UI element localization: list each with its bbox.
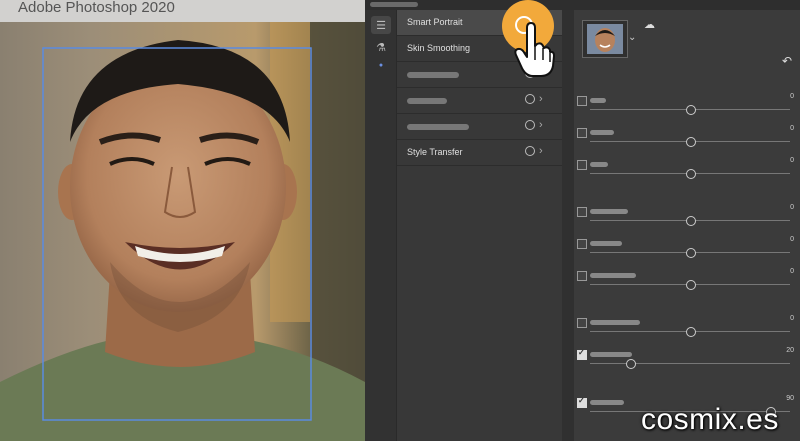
chevron-right-icon[interactable]: › (539, 93, 543, 105)
face-thumbnail (587, 24, 623, 54)
reference-thumbnail[interactable] (582, 20, 628, 58)
slider-value: 90 (786, 395, 794, 402)
slider-handle[interactable] (686, 216, 696, 226)
slider-handle[interactable] (686, 248, 696, 258)
app-title: Adobe Photoshop 2020 (18, 0, 175, 16)
slider-checkbox[interactable] (577, 160, 587, 170)
slider-track[interactable] (590, 363, 790, 364)
dot-icon[interactable]: ● (371, 56, 391, 74)
filter-style-transfer[interactable]: Style Transfer › (397, 140, 562, 166)
adjustment-slider-row: 0 (574, 93, 800, 126)
filter-item[interactable]: › (397, 114, 562, 140)
slider-label-placeholder (590, 400, 624, 405)
slider-value: 0 (790, 204, 794, 211)
slider-checkbox[interactable] (577, 128, 587, 138)
chevron-right-icon[interactable]: › (539, 145, 543, 157)
filter-label-placeholder (407, 98, 447, 104)
slider-checkbox[interactable] (577, 96, 587, 106)
filter-label: Style Transfer (407, 147, 463, 157)
slider-label-placeholder (590, 352, 632, 357)
slider-label-placeholder (590, 273, 636, 278)
slider-handle[interactable] (686, 137, 696, 147)
panel-toolbar: ☰ ⚗ ● (365, 10, 397, 441)
slider-handle[interactable] (686, 105, 696, 115)
filter-settings-panel: ⌄ ☁ ↶ 0 0 0 0 0 0 0 20 90 (574, 10, 800, 441)
filter-label: Skin Smoothing (407, 43, 471, 53)
filter-toggle[interactable] (525, 94, 535, 104)
slider-label-placeholder (590, 162, 608, 167)
adjustment-slider-row: 0 (574, 157, 800, 190)
chevron-right-icon[interactable]: › (539, 119, 543, 131)
slider-handle[interactable] (626, 359, 636, 369)
portrait-photo (0, 22, 365, 441)
adjustment-slider-row: 0 (574, 315, 800, 348)
filter-toggle[interactable] (525, 120, 535, 130)
slider-checkbox[interactable] (577, 239, 587, 249)
slider-checkbox[interactable] (577, 271, 587, 281)
filter-toggle[interactable] (525, 146, 535, 156)
slider-handle[interactable] (686, 327, 696, 337)
slider-value: 0 (790, 125, 794, 132)
adjustment-slider-row: 0 (574, 268, 800, 301)
slider-label-placeholder (590, 209, 628, 214)
slider-label-placeholder (590, 241, 622, 246)
slider-label-placeholder (590, 320, 640, 325)
adjustment-slider-row: 20 (574, 347, 800, 380)
flask-icon[interactable]: ⚗ (371, 38, 391, 56)
slider-checkbox[interactable] (577, 207, 587, 217)
slider-checkbox[interactable] (577, 318, 587, 328)
adjustment-slider-row: 0 (574, 125, 800, 158)
slider-value: 0 (790, 157, 794, 164)
slider-value: 20 (786, 347, 794, 354)
slider-checkbox[interactable] (577, 396, 587, 408)
slider-label-placeholder (590, 130, 614, 135)
slider-handle[interactable] (686, 280, 696, 290)
window-titlebar: Adobe Photoshop 2020 (0, 0, 365, 22)
filter-item[interactable]: › (397, 88, 562, 114)
canvas-area[interactable]: Adobe Photoshop 2020 (0, 0, 365, 441)
slider-label-placeholder (590, 98, 606, 103)
slider-value: 0 (790, 315, 794, 322)
filter-label-placeholder (407, 72, 459, 78)
cloud-icon: ☁ (644, 19, 655, 31)
slider-value: 0 (790, 268, 794, 275)
slider-handle[interactable] (686, 169, 696, 179)
panel-tab[interactable] (370, 2, 418, 7)
hand-pointer-icon (514, 22, 555, 77)
panel-divider (562, 10, 574, 441)
panel-header (365, 0, 800, 10)
filter-label-placeholder (407, 124, 469, 130)
slider-value: 0 (790, 236, 794, 243)
slider-checkbox[interactable] (577, 348, 587, 360)
adjustment-slider-row: 0 (574, 236, 800, 269)
watermark: cosmix.es (641, 403, 779, 436)
slider-value: 0 (790, 93, 794, 100)
reset-icon[interactable]: ↶ (782, 54, 792, 68)
filter-label: Smart Portrait (407, 17, 463, 27)
adjustment-slider-row: 0 (574, 204, 800, 237)
sliders-icon[interactable]: ☰ (371, 16, 391, 34)
chevron-down-icon[interactable]: ⌄ (628, 32, 636, 43)
